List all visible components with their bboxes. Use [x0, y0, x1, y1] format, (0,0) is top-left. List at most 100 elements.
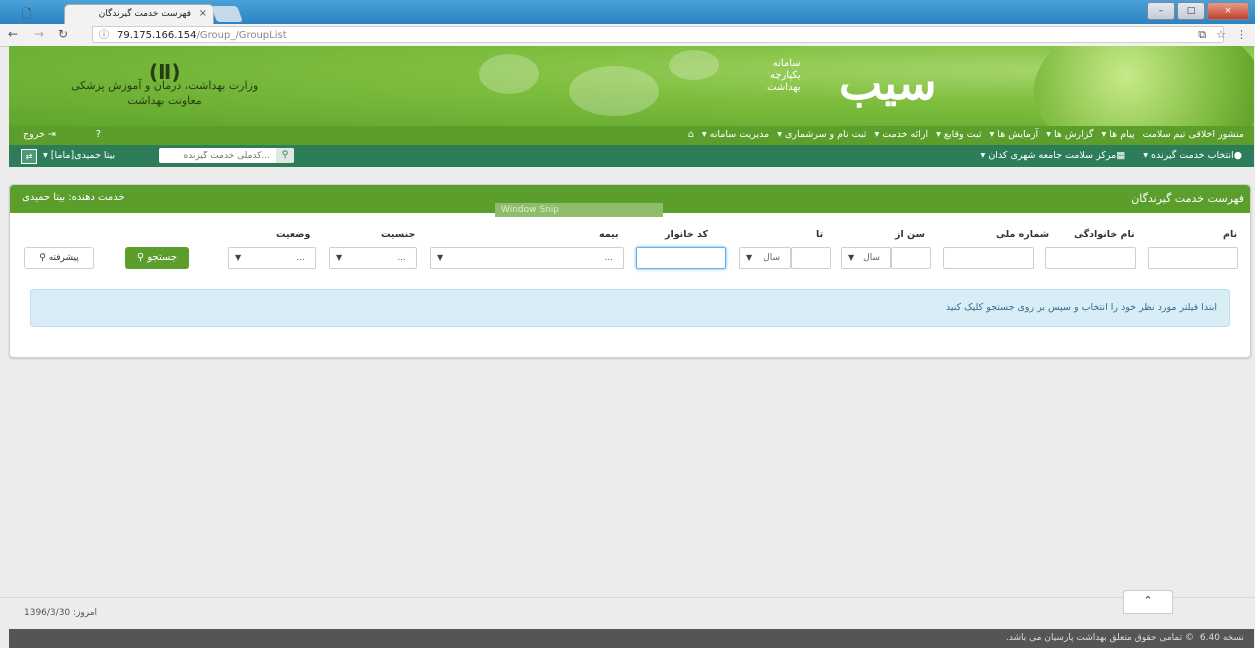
banner-bokeh: [479, 54, 539, 94]
new-tab-button[interactable]: [211, 6, 243, 22]
ministry-line: وزارت بهداشت، درمان و آموزش پزشکی: [71, 79, 259, 92]
context-items: ▦مرکز سلامت جامعه شهری کدان ▾ ●انتخاب خد…: [981, 150, 1242, 161]
age-to-label: تا: [816, 229, 824, 240]
page-icon: 🗋: [22, 7, 32, 21]
caret-down-icon: ▼: [437, 253, 444, 262]
service-provider: خدمت دهنده: بیتا حمیدی: [22, 192, 125, 203]
menu-label: ارائه خدمت: [882, 129, 929, 140]
family-code-label: کد خانوار: [665, 229, 708, 240]
menu-item-system-management[interactable]: مدیریت سامانه ▾: [702, 129, 769, 140]
address-bar-actions: ⧉ ☆ ⋮: [1198, 28, 1247, 42]
banner-bokeh: [669, 50, 719, 80]
age-from-input[interactable]: [891, 247, 931, 269]
ministry-line: معاونت بهداشت: [127, 94, 202, 107]
age-to-unit-select[interactable]: سال ▼: [739, 247, 791, 269]
menu-item-registration[interactable]: ثبت نام و سرشماری ▾: [777, 129, 866, 140]
menu-label: ثبت نام و سرشماری: [784, 129, 867, 140]
age-from-unit-select[interactable]: سال ▼: [841, 247, 891, 269]
chevron-down-icon: ▾: [1046, 129, 1051, 140]
tab-title: فهرست خدمت گیرندگان: [98, 9, 191, 19]
search-button[interactable]: ⚲ جستجو: [125, 247, 189, 269]
chevron-down-icon: ▾: [1101, 129, 1107, 140]
menu-item-events[interactable]: ثبت وقایع ▾: [936, 129, 981, 140]
today-date: امروز: 1396/3/30: [24, 608, 97, 618]
logo-sub-line: سامانه: [772, 58, 801, 69]
national-id-label: شماره ملی: [996, 229, 1050, 240]
alert-text: ابتدا فیلتر مورد نظر خود را انتخاب و سپس…: [945, 302, 1217, 313]
forward-arrow-icon[interactable]: →: [34, 27, 44, 41]
logo-subtitle: سامانه یکپارچه بهداشت: [767, 58, 801, 94]
logo-sub-line: بهداشت: [767, 82, 801, 93]
select-value: سال: [863, 253, 880, 263]
version-text: نسخه 6.40: [1199, 633, 1244, 643]
search-button-label: جستجو: [147, 252, 178, 263]
caret-down-icon: ▼: [336, 253, 343, 262]
insurance-select[interactable]: ... ▼: [430, 247, 624, 269]
user-menu[interactable]: بیتا حمیدی[ماما] ▾: [43, 150, 115, 161]
panel-title: فهرست خدمت گیرندگان: [1131, 192, 1244, 205]
building-icon: ▦: [1116, 150, 1126, 161]
gender-select[interactable]: ... ▼: [329, 247, 417, 269]
family-code-input[interactable]: [636, 247, 726, 269]
window-close-button[interactable]: ×: [1207, 2, 1249, 20]
menu-item-services[interactable]: ارائه خدمت ▾: [874, 129, 928, 140]
menu-item-messages[interactable]: پیام ها ▾: [1101, 129, 1134, 140]
health-center-selector[interactable]: ▦مرکز سلامت جامعه شهری کدان ▾: [981, 150, 1126, 161]
reload-icon[interactable]: ↻: [58, 27, 68, 41]
search-icon[interactable]: ⚲: [276, 148, 294, 163]
status-select[interactable]: ... ▼: [228, 247, 316, 269]
browser-tab[interactable]: فهرست خدمت گیرندگان ×: [64, 4, 214, 25]
version-bar: نسخه 6.40 © تمامی حقوق متعلق بهداشت پارس…: [9, 629, 1254, 648]
minimize-button[interactable]: –: [1147, 2, 1175, 20]
menu-item-charter[interactable]: منشور اخلاقی تیم سلامت: [1142, 129, 1244, 140]
menu-label: پیام ها: [1109, 129, 1135, 140]
switch-user-icon[interactable]: ⇄: [21, 149, 37, 164]
first-name-input[interactable]: [1148, 247, 1238, 269]
logo-sub-line: یکپارچه: [769, 70, 801, 81]
user-icon: ●: [1233, 150, 1242, 161]
home-icon[interactable]: ⌂: [688, 129, 694, 140]
url-host: 79.175.166.154: [117, 30, 197, 41]
menu-item-reports[interactable]: گزارش ها ▾: [1046, 129, 1093, 140]
menu-items: ⌂ مدیریت سامانه ▾ ثبت نام و سرشماری ▾ ارائ…: [688, 129, 1244, 140]
info-alert: ابتدا فیلتر مورد نظر خود را انتخاب و سپس…: [30, 289, 1230, 327]
window-controls: – □ ×: [1147, 2, 1249, 20]
info-icon[interactable]: ⓘ: [99, 27, 109, 44]
menu-label: منشور اخلاقی تیم سلامت: [1142, 129, 1244, 140]
chevron-down-icon: ▾: [701, 129, 707, 140]
star-icon[interactable]: ☆: [1216, 28, 1226, 42]
menu-item-tests[interactable]: آزمایش ها ▾: [990, 129, 1039, 140]
chevron-down-icon: ▾: [874, 129, 880, 140]
advanced-button-label: پیشرفته: [48, 253, 79, 263]
maximize-button[interactable]: □: [1177, 2, 1205, 20]
caret-down-icon: ▼: [746, 253, 753, 262]
caret-down-icon: ▼: [235, 253, 242, 262]
url-path: /Group_/GroupList: [196, 30, 287, 41]
url-field[interactable]: ⓘ 79.175.166.154/Group_/GroupList: [92, 26, 1224, 43]
menu-label: ثبت وقایع: [943, 129, 982, 140]
select-client-button[interactable]: ●انتخاب خدمت گیرنده ▾: [1143, 150, 1242, 161]
tab-close-icon[interactable]: ×: [199, 8, 207, 19]
address-bar: ← → ↻ ⓘ 79.175.166.154/Group_/GroupList …: [0, 24, 1255, 47]
advanced-search-button[interactable]: ⚲ پیشرفته: [24, 247, 94, 269]
translate-icon[interactable]: ⧉: [1198, 28, 1206, 42]
menu-dots-icon[interactable]: ⋮: [1236, 28, 1247, 42]
window-snip-overlay: Window Snip: [495, 203, 663, 217]
age-to-input[interactable]: [791, 247, 831, 269]
menu-label: آزمایش ها: [997, 129, 1039, 140]
search-icon: ⚲: [136, 252, 145, 263]
exit-button[interactable]: خروج ⇥: [23, 129, 56, 140]
last-name-input[interactable]: [1045, 247, 1136, 269]
browser-titlebar: 🗋 فهرست خدمت گیرندگان × – □ ×: [0, 0, 1255, 25]
national-id-input[interactable]: [943, 247, 1034, 269]
select-value: ...: [296, 253, 305, 263]
scroll-top-button[interactable]: ⌃: [1123, 590, 1173, 614]
back-arrow-icon[interactable]: ←: [8, 27, 18, 41]
sign-out-icon: ⇥: [47, 129, 56, 140]
sib-logo: سیب: [839, 56, 937, 110]
help-icon[interactable]: ?: [96, 129, 101, 140]
first-name-label: نام: [1223, 229, 1238, 240]
client-search-input[interactable]: [166, 148, 274, 163]
site-banner: سیب سامانه یکپارچه بهداشت (Ⅱ) وزارت بهدا…: [9, 46, 1254, 126]
user-name: بیتا حمیدی[ماما]: [50, 150, 116, 161]
